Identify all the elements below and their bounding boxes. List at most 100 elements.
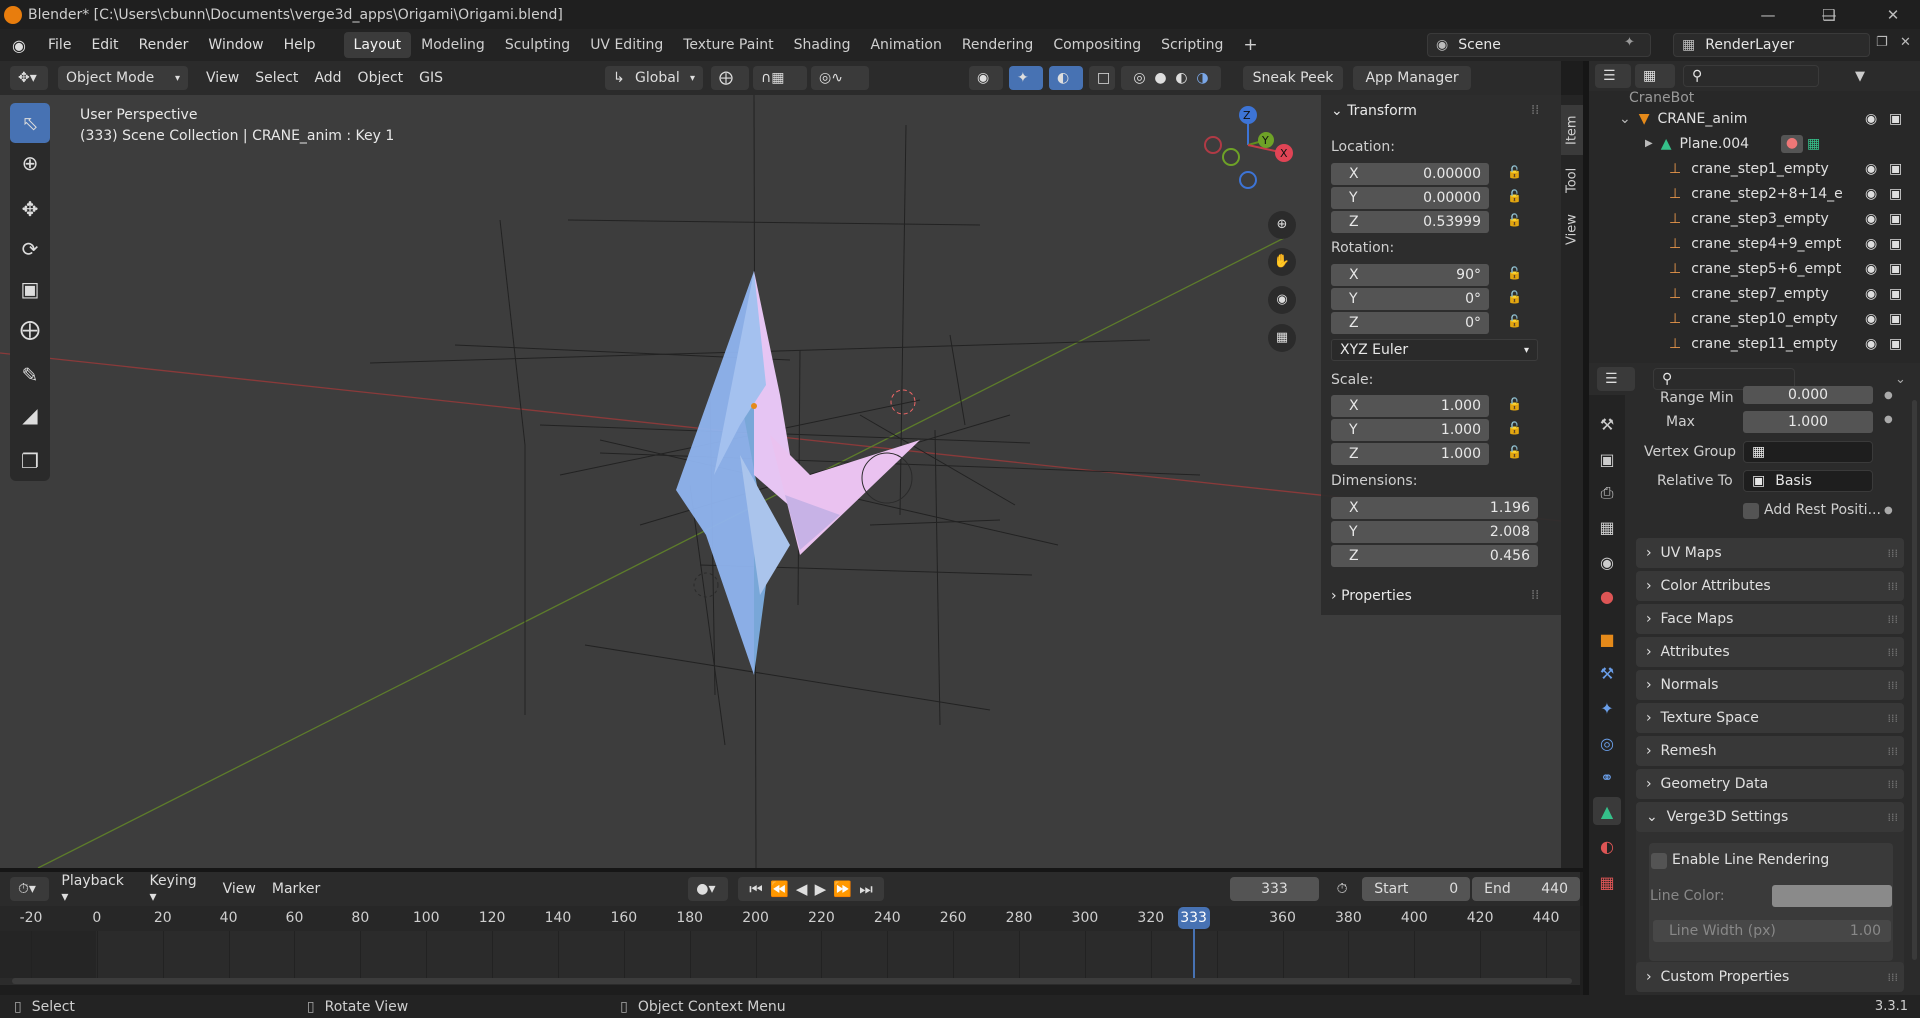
workspace-tab-modeling[interactable]: Modeling	[411, 32, 495, 58]
menu-edit[interactable]: Edit	[81, 37, 128, 53]
navigation-gizmo[interactable]: Z Y X	[1196, 105, 1296, 205]
next-keyframe-icon[interactable]: ⏩	[833, 880, 852, 898]
mode-selector[interactable]: Object Mode ▾	[58, 66, 188, 90]
lock-icon[interactable]: 🔓	[1507, 314, 1523, 330]
blender-menu-icon[interactable]: ◉	[12, 36, 32, 55]
pan-hand-icon[interactable]: ✋	[1268, 248, 1296, 276]
add-rest-position-checkbox[interactable]	[1743, 503, 1759, 519]
rendered-shading-icon[interactable]: ◑	[1196, 70, 1208, 86]
scene-selector[interactable]: ◉ Scene	[1427, 33, 1651, 57]
gizmo-toggle[interactable]: ✦	[1009, 66, 1044, 90]
render-camera-icon[interactable]: ▣	[1889, 236, 1902, 252]
app-manager-button[interactable]: App Manager	[1353, 66, 1472, 90]
keyframe-dot-icon[interactable]: ●	[1884, 390, 1893, 401]
render-camera-icon[interactable]: ▣	[1889, 311, 1902, 327]
end-frame-field[interactable]: End 440	[1472, 877, 1580, 901]
visibility-eye-icon[interactable]: ◉	[1865, 236, 1877, 252]
display-mode-icon[interactable]: ▦	[1635, 64, 1675, 88]
outliner-row-plane[interactable]: ▶ ▲ Plane.004 ● ▦	[1589, 131, 1920, 156]
workspace-tab-animation[interactable]: Animation	[860, 32, 951, 58]
sneak-peek-button[interactable]: Sneak Peek	[1243, 66, 1344, 90]
add-workspace-button[interactable]: +	[1233, 30, 1267, 60]
outliner-row-crane-anim[interactable]: ⌄ ▼ CRANE_anim ◉ ▣	[1589, 106, 1920, 131]
viewport-menu-object[interactable]: Object	[350, 70, 412, 86]
outliner-row-empty[interactable]: ⊥ crane_step4+9_empt ◉ ▣	[1589, 231, 1920, 256]
shape-keys-icon[interactable]: ▦	[1807, 136, 1820, 152]
max-field[interactable]: 1.000	[1743, 411, 1873, 433]
outliner-row-empty[interactable]: ⊥ crane_step3_empty ◉ ▣	[1589, 206, 1920, 231]
location-z-field[interactable]: Z 0.53999	[1331, 211, 1489, 233]
maximize-button[interactable]: ❑	[1806, 0, 1852, 29]
render-camera-icon[interactable]: ▣	[1889, 261, 1902, 277]
section-attributes[interactable]: › Attributes ⁞⁞⁞	[1636, 637, 1904, 667]
section-texture-space[interactable]: › Texture Space ⁞⁞⁞	[1636, 703, 1904, 733]
move-tool[interactable]: ✥	[10, 189, 50, 229]
section-verge3d-settings[interactable]: ⌄ Verge3D Settings ⁞⁞⁞	[1636, 802, 1904, 832]
dimensions-y-field[interactable]: Y 2.008	[1331, 521, 1538, 543]
dimensions-z-field[interactable]: Z 0.456	[1331, 545, 1538, 567]
world-tab-icon[interactable]: ●	[1593, 582, 1621, 610]
viewport-menu-add[interactable]: Add	[306, 70, 349, 86]
current-frame-field[interactable]: 333	[1230, 877, 1319, 901]
outliner-row-empty[interactable]: ⊥ crane_step7_empty ◉ ▣	[1589, 281, 1920, 306]
workspace-tab-layout[interactable]: Layout	[343, 32, 412, 58]
tool-tab-icon[interactable]: ⚒	[1593, 410, 1621, 438]
enable-line-rendering-checkbox[interactable]	[1651, 853, 1667, 869]
line-width-field[interactable]: Line Width (px) 1.00	[1653, 920, 1891, 942]
lock-icon[interactable]: 🔓	[1507, 290, 1523, 306]
timeline-menu-keying[interactable]: Keying ▾	[142, 873, 215, 905]
outliner-row-empty[interactable]: ⊥ crane_step10_empty ◉ ▣	[1589, 306, 1920, 331]
stopwatch-icon[interactable]: ⏱	[1329, 877, 1359, 901]
render-camera-icon[interactable]: ▣	[1889, 161, 1902, 177]
zoom-icon[interactable]: ⊕	[1268, 211, 1296, 239]
annotate-tool[interactable]: ✎	[10, 355, 50, 395]
expand-arrow-icon[interactable]: ⌄	[1619, 111, 1631, 127]
location-x-field[interactable]: X 0.00000	[1331, 163, 1489, 185]
tab-item[interactable]: Item	[1561, 105, 1583, 155]
lock-icon[interactable]: 🔓	[1507, 421, 1523, 437]
remove-view-layer-icon[interactable]: ✕	[1900, 35, 1911, 50]
rotation-y-field[interactable]: Y 0°	[1331, 288, 1489, 310]
timeline-scrollbar[interactable]	[12, 978, 1572, 984]
tab-view[interactable]: View	[1561, 207, 1583, 253]
workspace-tab-compositing[interactable]: Compositing	[1043, 32, 1151, 58]
relative-to-field[interactable]: ▣ Basis	[1743, 470, 1873, 492]
timeline-track-area[interactable]	[0, 929, 1580, 985]
transform-tool[interactable]: ⨁	[10, 309, 50, 349]
rotation-mode-select[interactable]: XYZ Euler ▾	[1331, 339, 1538, 361]
playhead-frame-badge[interactable]: 333	[1177, 907, 1210, 929]
lock-icon[interactable]: 🔓	[1507, 397, 1523, 413]
data-tab-icon[interactable]: ▲	[1593, 797, 1621, 825]
measure-tool[interactable]: ◢	[10, 395, 50, 435]
xray-toggle[interactable]: □	[1089, 66, 1116, 90]
editor-type-button[interactable]: ✥▾	[10, 66, 48, 90]
visibility-eye-icon[interactable]: ◉	[1865, 186, 1877, 202]
cursor-tool[interactable]: ⊕	[10, 143, 50, 183]
section-uv-maps[interactable]: › UV Maps ⁞⁞⁞	[1636, 538, 1904, 568]
render-camera-icon[interactable]: ▣	[1889, 286, 1902, 302]
workspace-tab-scripting[interactable]: Scripting	[1151, 32, 1233, 58]
workspace-tab-sculpting[interactable]: Sculpting	[495, 32, 580, 58]
particles-tab-icon[interactable]: ✦	[1593, 694, 1621, 722]
visibility-eye-icon[interactable]: ◉	[1865, 311, 1877, 327]
timeline-menu-marker[interactable]: Marker	[264, 881, 328, 897]
physics-tab-icon[interactable]: ◎	[1593, 729, 1621, 757]
vertex-group-field[interactable]: ▦	[1743, 441, 1873, 463]
dimensions-x-field[interactable]: X 1.196	[1331, 497, 1538, 519]
jump-start-icon[interactable]: ⏮	[749, 880, 763, 898]
output-tab-icon[interactable]: ⎙	[1593, 479, 1621, 507]
viewport-menu-view[interactable]: View	[198, 70, 247, 86]
section-geometry-data[interactable]: › Geometry Data ⁞⁞⁞	[1636, 769, 1904, 799]
location-y-field[interactable]: Y 0.00000	[1331, 187, 1489, 209]
visibility-eye-icon[interactable]: ◉	[1865, 161, 1877, 177]
outliner-row-empty[interactable]: ⊥ crane_step11_empty ◉ ▣	[1589, 331, 1920, 356]
render-camera-icon[interactable]: ▣	[1889, 211, 1902, 227]
workspace-tab-rendering[interactable]: Rendering	[952, 32, 1044, 58]
scene-tab-icon[interactable]: ◉	[1593, 548, 1621, 576]
play-reverse-icon[interactable]: ◀	[796, 880, 808, 898]
visibility-eye-icon[interactable]: ◉	[1865, 261, 1877, 277]
visibility-eye-icon[interactable]: ◉	[1865, 111, 1877, 127]
select-box-tool[interactable]: ⬁	[10, 103, 50, 143]
shading-mode-group[interactable]: ◎ ● ◐ ◑	[1121, 66, 1222, 90]
outliner-editor-type-icon[interactable]: ☰	[1595, 64, 1631, 88]
